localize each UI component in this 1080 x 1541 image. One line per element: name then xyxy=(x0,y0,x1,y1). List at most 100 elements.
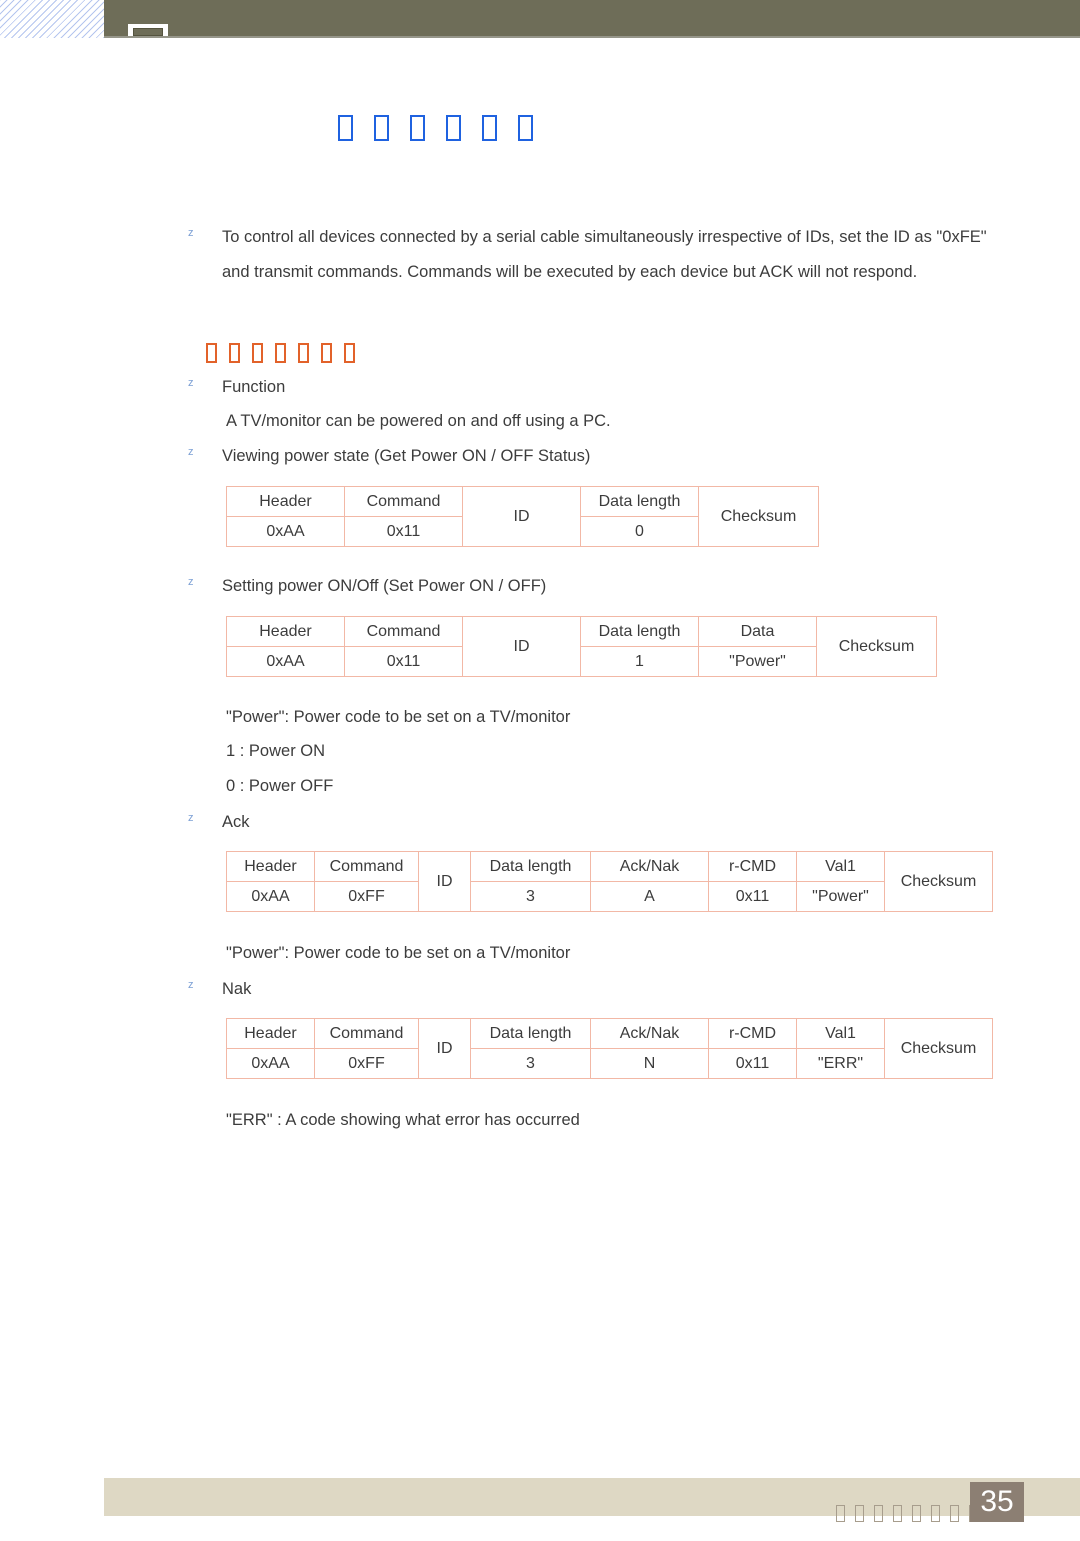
table-row: 0xAA 0xFF 3 N 0x11 "ERR" xyxy=(226,1048,993,1079)
table-row: Header Command ID Data length Data Check… xyxy=(226,616,937,677)
set-power-bullet-item: z Setting power ON/Off (Set Power ON / O… xyxy=(188,569,546,604)
intro-bullet-text: To control all devices connected by a se… xyxy=(222,228,987,281)
table-row: Header Command ID Data length Ack/Nak r-… xyxy=(226,851,993,912)
power-code-note: "Power": Power code to be set on a TV/mo… xyxy=(226,708,571,726)
cell-value-val1: "ERR" xyxy=(796,1048,885,1079)
table-nak: Header Command ID Data length Ack/Nak r-… xyxy=(226,1018,993,1079)
cell-header-header: Header xyxy=(226,851,315,882)
missing-glyph-icon xyxy=(297,343,309,363)
footer-glyphs xyxy=(818,1487,988,1541)
err-code-note: "ERR" : A code showing what error has oc… xyxy=(226,1111,580,1129)
ack-label: Ack xyxy=(222,813,250,831)
missing-glyph-icon xyxy=(874,1505,883,1523)
missing-glyph-icon xyxy=(274,343,286,363)
cell-value-header: 0xAA xyxy=(226,646,345,677)
cell-header-checksum: Checksum xyxy=(698,486,819,547)
cell-header-command: Command xyxy=(344,486,463,517)
cell-header-checksum: Checksum xyxy=(816,616,937,677)
cell-value-command: 0xFF xyxy=(314,1048,419,1079)
intro-bullet-item: z To control all devices connected by a … xyxy=(188,220,1018,290)
cell-header-data: Data xyxy=(698,616,817,647)
missing-glyph-icon xyxy=(950,1505,959,1523)
cell-value-header: 0xAA xyxy=(226,1048,315,1079)
cell-value-command: 0x11 xyxy=(344,646,463,677)
bullet-marker-icon: z xyxy=(188,377,194,389)
table-ack: Header Command ID Data length Ack/Nak r-… xyxy=(226,851,993,912)
power-off-note: 0 : Power OFF xyxy=(226,777,334,795)
cell-header-header: Header xyxy=(226,1018,315,1049)
cell-value-header: 0xAA xyxy=(226,516,345,547)
missing-glyph-icon xyxy=(338,115,354,142)
cell-header-id: ID xyxy=(418,851,471,912)
table-row: 0xAA 0xFF 3 A 0x11 "Power" xyxy=(226,881,993,912)
cell-value-ack-nak: A xyxy=(590,881,709,912)
cell-value-ack-nak: N xyxy=(590,1048,709,1079)
missing-glyph-icon xyxy=(205,343,217,363)
missing-glyph-icon xyxy=(446,115,462,142)
cell-value-val1: "Power" xyxy=(796,881,885,912)
bullet-marker-icon: z xyxy=(188,812,194,824)
header-bar xyxy=(104,0,1080,38)
page-title xyxy=(222,42,534,178)
nak-label: Nak xyxy=(222,980,252,998)
power-on-note: 1 : Power ON xyxy=(226,742,326,760)
cell-header-ack-nak: Ack/Nak xyxy=(590,851,709,882)
table-row: Header Command ID Data length Ack/Nak r-… xyxy=(226,1018,993,1079)
cell-header-val1: Val1 xyxy=(796,851,885,882)
ack-power-code-note: "Power": Power code to be set on a TV/mo… xyxy=(226,944,571,962)
cell-header-checksum: Checksum xyxy=(884,1018,993,1079)
cell-value-data-length: 3 xyxy=(470,1048,591,1079)
cell-header-id: ID xyxy=(462,616,581,677)
cell-value-data: "Power" xyxy=(698,646,817,677)
table-get-power-status: Header Command ID Data length Checksum 0… xyxy=(226,486,819,547)
nak-bullet-item: z Nak xyxy=(188,972,251,1007)
missing-glyph-icon xyxy=(320,343,332,363)
missing-glyph-icon xyxy=(251,343,263,363)
missing-glyph-icon xyxy=(410,115,426,142)
cell-header-data-length: Data length xyxy=(580,616,699,647)
missing-glyph-icon xyxy=(912,1505,921,1523)
cell-header-header: Header xyxy=(226,616,345,647)
cell-value-data-length: 1 xyxy=(580,646,699,677)
function-description: A TV/monitor can be powered on and off u… xyxy=(226,412,611,430)
cell-header-command: Command xyxy=(344,616,463,647)
set-power-label: Setting power ON/Off (Set Power ON / OFF… xyxy=(222,577,547,595)
cell-value-command: 0xFF xyxy=(314,881,419,912)
missing-glyph-icon xyxy=(931,1505,940,1523)
missing-glyph-icon xyxy=(374,115,390,142)
cell-header-data-length: Data length xyxy=(580,486,699,517)
cell-header-r-cmd: r-CMD xyxy=(708,851,797,882)
view-power-state-bullet-item: z Viewing power state (Get Power ON / OF… xyxy=(188,439,590,474)
missing-glyph-icon xyxy=(855,1505,864,1523)
missing-glyph-icon xyxy=(893,1505,902,1523)
view-power-state-label: Viewing power state (Get Power ON / OFF … xyxy=(222,447,591,465)
table-set-power: Header Command ID Data length Data Check… xyxy=(226,616,937,677)
missing-glyph-icon xyxy=(343,343,355,363)
chapter-marker-tab xyxy=(128,24,168,38)
missing-glyph-icon xyxy=(228,343,240,363)
page-number: 35 xyxy=(970,1482,1024,1522)
bullet-marker-icon: z xyxy=(188,576,194,588)
cell-header-checksum: Checksum xyxy=(884,851,993,912)
cell-header-val1: Val1 xyxy=(796,1018,885,1049)
chapter-marker-icon xyxy=(133,28,163,36)
table-row: Header Command ID Data length Checksum xyxy=(226,486,819,547)
missing-glyph-icon xyxy=(482,115,498,142)
page-header xyxy=(0,0,1080,38)
function-label: Function xyxy=(222,378,286,396)
cell-value-header: 0xAA xyxy=(226,881,315,912)
ack-bullet-item: z Ack xyxy=(188,805,250,840)
missing-glyph-icon xyxy=(836,1505,845,1523)
cell-value-data-length: 0 xyxy=(580,516,699,547)
cell-header-ack-nak: Ack/Nak xyxy=(590,1018,709,1049)
cell-header-id: ID xyxy=(462,486,581,547)
page-title-glyphs xyxy=(261,76,534,178)
cell-header-data-length: Data length xyxy=(470,1018,591,1049)
cell-value-data-length: 3 xyxy=(470,881,591,912)
bullet-marker-icon: z xyxy=(188,979,194,991)
cell-header-data-length: Data length xyxy=(470,851,591,882)
cell-value-r-cmd: 0x11 xyxy=(708,1048,797,1079)
corner-hatch-decoration xyxy=(0,0,104,38)
function-bullet-item: z Function xyxy=(188,370,285,405)
bullet-marker-icon: z xyxy=(188,446,194,458)
